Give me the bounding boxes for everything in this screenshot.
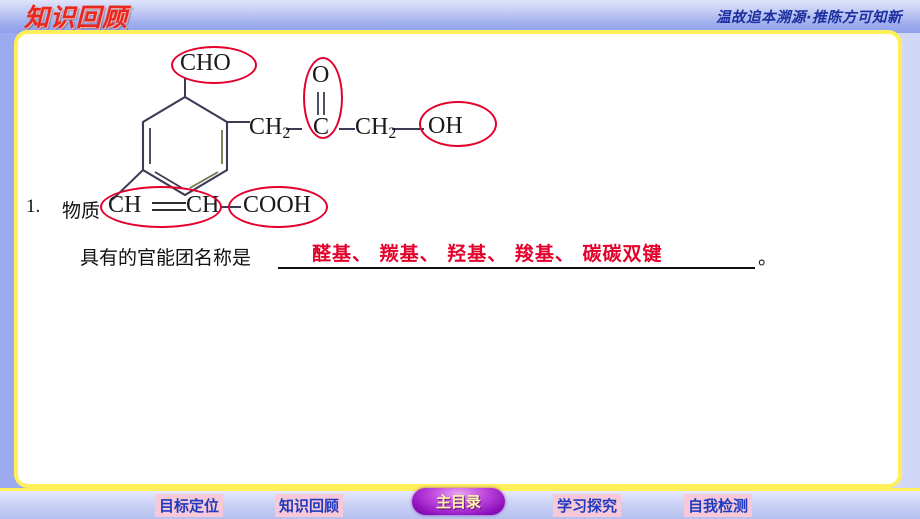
main-menu-label: 主目录 — [435, 493, 481, 511]
question-number: 1. — [26, 196, 41, 217]
footer-item-review[interactable]: 知识回顾 — [275, 494, 344, 517]
answer-text: 醛基、 羰基、 羟基、 羧基、 碳碳双键 — [312, 243, 663, 265]
page-title: 知识回顾 — [24, 3, 129, 32]
footer-item-goal[interactable]: 目标定位 — [155, 494, 224, 517]
question-stem: 物质 — [62, 200, 101, 222]
answer-blank: 醛基、 羰基、 羟基、 羧基、 碳碳双键 — [278, 239, 755, 269]
slide-header: 知识回顾 温故追本溯源·推陈方可知新 — [0, 0, 920, 33]
question-period: 。 — [758, 247, 778, 269]
header-subtitle: 温故追本溯源·推陈方可知新 — [715, 10, 902, 26]
footer-item-selftest[interactable]: 自我检测 — [684, 494, 753, 517]
footer-item-explore[interactable]: 学习探究 — [553, 494, 622, 517]
slide-root: 知识回顾 温故追本溯源·推陈方可知新 CHO O C CH2 CH2 OH CH… — [0, 0, 920, 519]
question-second-line: 具有的官能团名称是 — [80, 247, 252, 269]
main-menu-button[interactable]: 主目录 — [412, 488, 505, 515]
